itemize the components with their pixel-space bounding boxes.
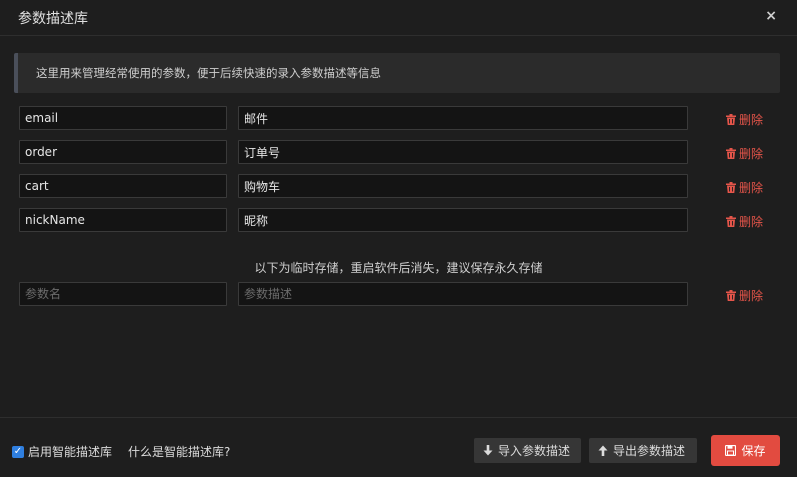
info-notice: 这里用来管理经常使用的参数，便于后续快速的录入参数描述等信息 (14, 53, 780, 93)
param-name-input[interactable] (19, 140, 227, 164)
delete-button[interactable]: 删除 (726, 145, 763, 162)
trash-icon (726, 290, 736, 301)
param-row: 删除 (0, 106, 797, 132)
param-row: 删除 (0, 208, 797, 234)
delete-label: 删除 (739, 289, 764, 303)
enable-smart-library-label: 启用智能描述库 (28, 445, 113, 459)
delete-button[interactable]: 删除 (726, 111, 763, 128)
dialog-header: 参数描述库 × (0, 0, 797, 36)
trash-icon (726, 216, 736, 227)
temp-storage-note: 以下为临时存储，重启软件后消失，建议保存永久存储 (254, 261, 543, 275)
checkbox-checked-icon[interactable]: ✓ (12, 445, 24, 458)
delete-label: 删除 (739, 215, 764, 229)
import-params-button[interactable]: 导入参数描述 (474, 438, 581, 463)
delete-button[interactable]: 删除 (726, 287, 763, 304)
param-desc-input[interactable] (238, 140, 688, 164)
temp-param-row: 删除 (0, 282, 797, 308)
param-desc-input[interactable] (238, 208, 688, 232)
save-button[interactable]: 保存 (711, 435, 780, 466)
close-icon[interactable]: × (765, 8, 777, 24)
temp-param-name-input[interactable] (19, 282, 227, 306)
what-is-smart-library-link[interactable]: 什么是智能描述库? (128, 443, 230, 460)
save-label: 保存 (741, 444, 766, 458)
param-row: 删除 (0, 174, 797, 200)
export-params-label: 导出参数描述 (613, 444, 686, 458)
trash-icon (726, 182, 736, 193)
delete-label: 删除 (739, 113, 764, 127)
param-name-input[interactable] (19, 174, 227, 198)
param-name-input[interactable] (19, 208, 227, 232)
export-params-button[interactable]: 导出参数描述 (589, 438, 697, 463)
temp-param-desc-input[interactable] (238, 282, 688, 306)
trash-icon (726, 148, 736, 159)
delete-button[interactable]: 删除 (726, 179, 763, 196)
import-params-label: 导入参数描述 (498, 444, 571, 458)
save-icon (725, 445, 737, 456)
param-library-dialog: 参数描述库 × 这里用来管理经常使用的参数，便于后续快速的录入参数描述等信息 删… (0, 0, 797, 477)
arrow-down-icon (483, 445, 493, 456)
param-desc-input[interactable] (238, 174, 688, 198)
delete-button[interactable]: 删除 (726, 213, 763, 230)
arrow-up-icon (598, 445, 608, 456)
delete-label: 删除 (739, 147, 764, 161)
param-desc-input[interactable] (238, 106, 688, 130)
dialog-footer: ✓ 启用智能描述库 什么是智能描述库? 导入参数描述 导出参数描述 保存 (0, 417, 797, 477)
trash-icon (726, 114, 736, 125)
enable-smart-library-toggle[interactable]: ✓ 启用智能描述库 (12, 443, 112, 460)
notice-text: 这里用来管理经常使用的参数，便于后续快速的录入参数描述等信息 (36, 66, 381, 80)
delete-label: 删除 (739, 181, 764, 195)
dialog-title: 参数描述库 (18, 11, 88, 27)
param-row: 删除 (0, 140, 797, 166)
param-name-input[interactable] (19, 106, 227, 130)
